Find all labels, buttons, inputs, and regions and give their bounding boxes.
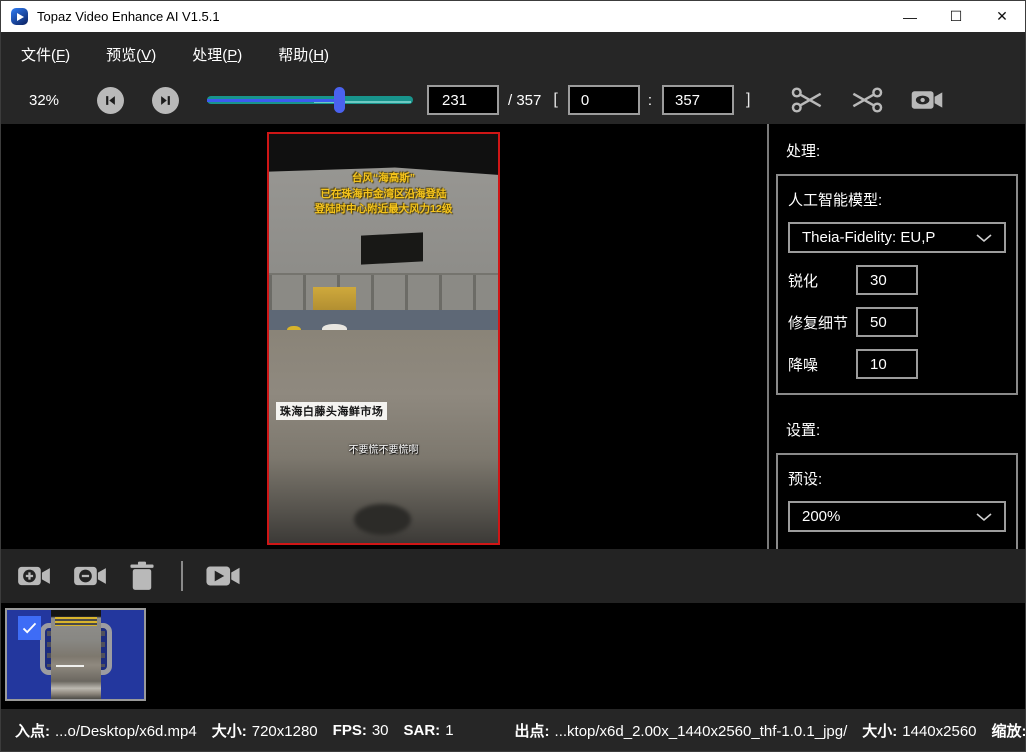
delete-video-button[interactable] bbox=[129, 561, 155, 591]
add-video-button[interactable] bbox=[17, 563, 51, 589]
status-scale: 缩放:200% bbox=[992, 720, 1026, 741]
ai-model-value: Theia-Fidelity: EU,P bbox=[802, 229, 935, 246]
camera-eye-preview-icon bbox=[910, 88, 944, 112]
denoise-input[interactable]: 10 bbox=[856, 349, 918, 379]
main-area: 台风“海高斯” 已在珠海市金湾区沿海登陆 登陆时中心附近最大风力12级 珠海白藤… bbox=[1, 124, 1025, 549]
denoise-label: 降噪 bbox=[788, 354, 856, 375]
video-dark-debris bbox=[354, 504, 411, 535]
close-button[interactable]: ✕ bbox=[979, 1, 1025, 32]
range-end-input[interactable]: 357 bbox=[662, 85, 734, 115]
checkmark-icon bbox=[22, 622, 37, 634]
status-fps: FPS:30 bbox=[333, 722, 389, 739]
ai-model-select[interactable]: Theia-Fidelity: EU,P bbox=[788, 222, 1006, 253]
restore-detail-label: 修复细节 bbox=[788, 312, 856, 333]
thumbnail-caption-bars bbox=[55, 617, 97, 626]
scissors-trim-out-icon bbox=[850, 85, 884, 115]
menu-file[interactable]: 文件(F) bbox=[15, 40, 76, 69]
window-title: Topaz Video Enhance AI V1.5.1 bbox=[37, 9, 220, 24]
status-out-point: 出点:...ktop/x6d_2.00x_1440x2560_thf-1.0.1… bbox=[515, 720, 848, 741]
timeline-slider[interactable] bbox=[207, 87, 413, 113]
video-selected-checkbox[interactable] bbox=[18, 616, 41, 640]
thumbnail-highlight-line bbox=[56, 665, 84, 667]
processing-heading: 处理: bbox=[786, 140, 1018, 161]
trim-out-button[interactable] bbox=[850, 85, 884, 115]
preset-select[interactable]: 200% bbox=[788, 501, 1006, 532]
toolbar-divider bbox=[181, 561, 183, 591]
scissors-trim-in-icon bbox=[790, 85, 824, 115]
sharpen-input[interactable]: 30 bbox=[856, 265, 918, 295]
process-video-button[interactable] bbox=[205, 563, 241, 589]
caption-line-3: 登陆时中心附近最大风力12级 bbox=[269, 202, 498, 218]
video-list-item[interactable] bbox=[5, 608, 146, 701]
preview-canvas: 台风“海高斯” 已在珠海市金湾区沿海登陆 登陆时中心附近最大风力12级 珠海白藤… bbox=[1, 124, 767, 549]
settings-group: 预设: 200% 裁剪以填充帧 bbox=[776, 453, 1018, 549]
preview-button[interactable] bbox=[910, 88, 944, 112]
ai-model-label: 人工智能模型: bbox=[788, 189, 1006, 210]
video-caption-overlay: 台风“海高斯” 已在珠海市金湾区沿海登陆 登陆时中心附近最大风力12级 bbox=[269, 171, 498, 218]
minimize-button[interactable]: — bbox=[887, 1, 933, 32]
video-hanging-object bbox=[361, 233, 423, 265]
status-out-size: 大小:1440x2560 bbox=[862, 720, 976, 741]
slider-progress bbox=[207, 99, 339, 102]
slider-handle[interactable] bbox=[334, 87, 345, 113]
video-list-toolbar bbox=[1, 549, 1025, 603]
app-window: Topaz Video Enhance AI V1.5.1 — ☐ ✕ 文件(F… bbox=[0, 0, 1026, 752]
status-in-point: 入点:...o/Desktop/x6d.mp4 bbox=[15, 720, 197, 741]
menu-process[interactable]: 处理(P) bbox=[186, 40, 248, 69]
caption-line-1: 台风“海高斯” bbox=[269, 171, 498, 187]
settings-heading: 设置: bbox=[786, 419, 1018, 440]
title-bar: Topaz Video Enhance AI V1.5.1 — ☐ ✕ bbox=[1, 1, 1025, 32]
camera-plus-icon bbox=[17, 563, 51, 589]
window-controls: — ☐ ✕ bbox=[887, 1, 1025, 32]
camera-play-icon bbox=[205, 563, 241, 589]
remove-video-button[interactable] bbox=[73, 563, 107, 589]
camera-minus-icon bbox=[73, 563, 107, 589]
app-logo-icon bbox=[11, 8, 28, 25]
status-sar: SAR:1 bbox=[404, 722, 454, 739]
skip-to-start-icon bbox=[103, 93, 118, 108]
trim-in-button[interactable] bbox=[790, 85, 824, 115]
video-underbridge bbox=[269, 310, 498, 330]
preset-label: 预设: bbox=[788, 468, 1006, 489]
maximize-button[interactable]: ☐ bbox=[933, 1, 979, 32]
skip-to-end-button[interactable] bbox=[152, 87, 179, 114]
total-frames-label: / 357 bbox=[508, 92, 541, 109]
range-open-bracket: [ bbox=[553, 91, 557, 109]
caption-line-2: 已在珠海市金湾区沿海登陆 bbox=[269, 187, 498, 203]
menu-preview[interactable]: 预览(V) bbox=[100, 40, 162, 69]
video-preview[interactable]: 台风“海高斯” 已在珠海市金湾区沿海登陆 登陆时中心附近最大风力12级 珠海白藤… bbox=[267, 132, 500, 545]
trash-icon bbox=[129, 561, 155, 591]
video-list-strip bbox=[1, 603, 1025, 709]
right-panel: 处理: 人工智能模型: Theia-Fidelity: EU,P 锐化 30 修… bbox=[769, 124, 1025, 549]
menu-bar: 文件(F) 预览(V) 处理(P) 帮助(H) bbox=[1, 32, 1025, 76]
preset-value: 200% bbox=[802, 508, 840, 525]
video-thumbnail bbox=[51, 610, 101, 699]
status-in-size: 大小:720x1280 bbox=[212, 720, 318, 741]
skip-to-start-button[interactable] bbox=[97, 87, 124, 114]
ai-model-group: 人工智能模型: Theia-Fidelity: EU,P 锐化 30 修复细节 … bbox=[776, 174, 1018, 395]
video-bridge bbox=[269, 273, 498, 310]
range-colon: : bbox=[648, 92, 652, 109]
sharpen-label: 锐化 bbox=[788, 270, 856, 291]
skip-to-end-icon bbox=[158, 93, 173, 108]
range-start-input[interactable]: 0 bbox=[568, 85, 640, 115]
menu-help[interactable]: 帮助(H) bbox=[272, 40, 335, 69]
restore-detail-input[interactable]: 50 bbox=[856, 307, 918, 337]
video-location-label: 珠海白藤头海鲜市场 bbox=[276, 402, 388, 420]
current-frame-input[interactable]: 231 bbox=[427, 85, 499, 115]
chevron-down-icon bbox=[976, 233, 992, 243]
range-close-bracket: ] bbox=[746, 91, 750, 109]
status-bar: 入点:...o/Desktop/x6d.mp4 大小:720x1280 FPS:… bbox=[1, 709, 1025, 751]
playback-toolbar: 32% 231 / 357 [ 0 : 357 ] bbox=[1, 76, 1025, 124]
video-subtitle: 不要慌不要慌啊 bbox=[269, 441, 498, 456]
zoom-percent-label: 32% bbox=[29, 92, 69, 109]
chevron-down-icon bbox=[976, 512, 992, 522]
